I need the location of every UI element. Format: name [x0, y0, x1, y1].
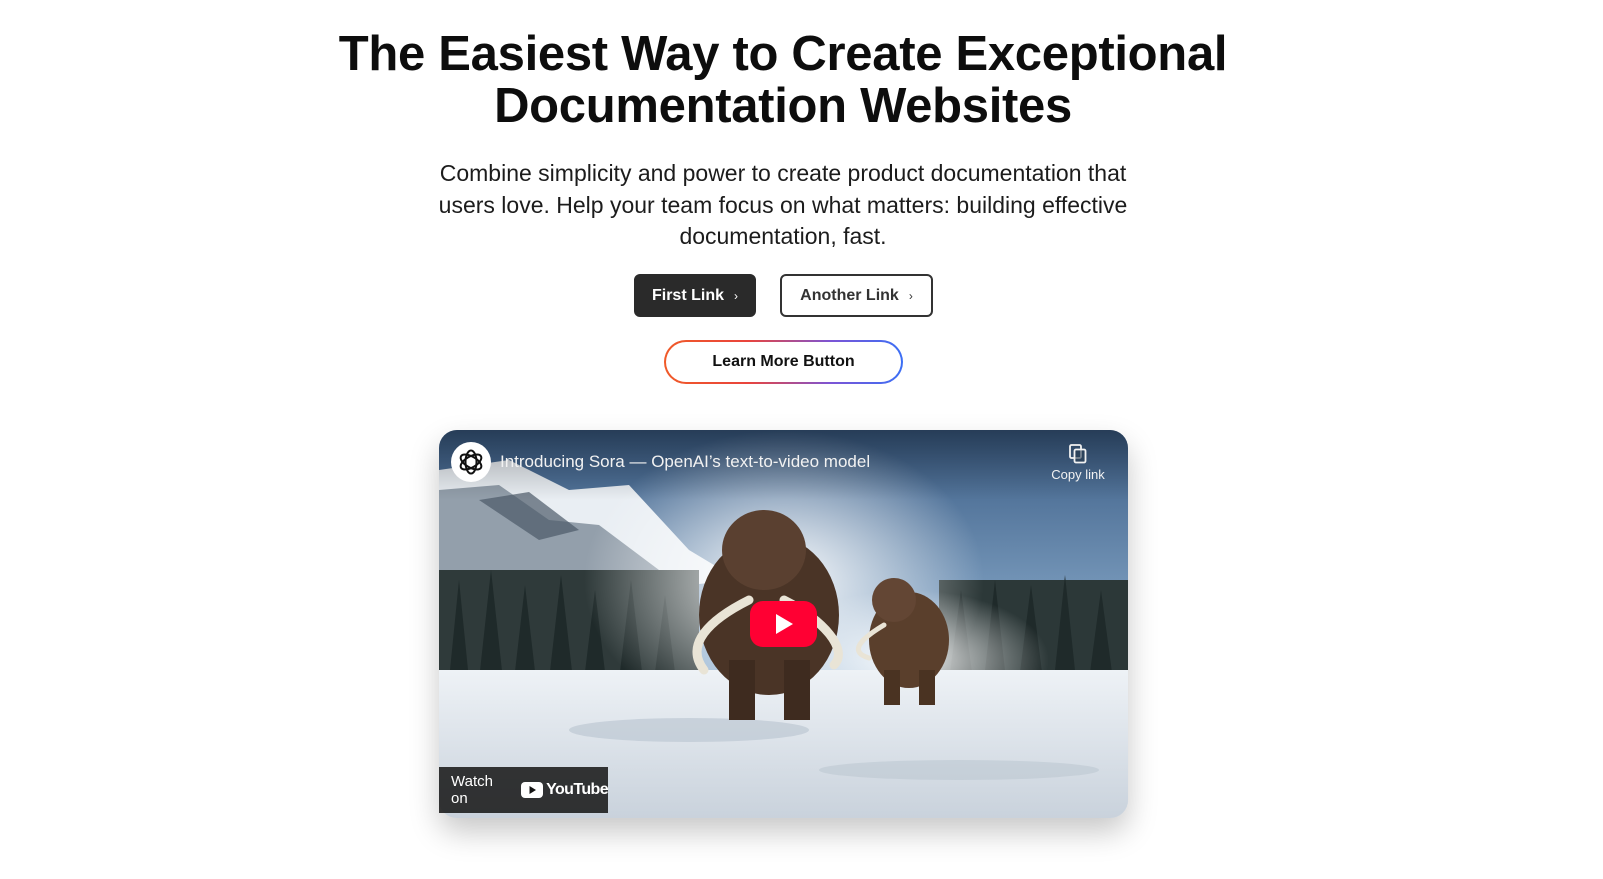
- copy-icon: [1069, 444, 1087, 464]
- hero-subtitle: Combine simplicity and power to create p…: [438, 160, 1128, 249]
- learn-more-label: Learn More Button: [666, 342, 901, 382]
- openai-logo-glyph: [459, 449, 483, 475]
- page-title-line-2: Documentation Websites: [494, 79, 1072, 133]
- landing-page: The Easiest Way to Create Exceptional Do…: [0, 0, 1603, 879]
- play-icon: [775, 614, 793, 634]
- youtube-icon: [521, 782, 544, 798]
- another-link-label: Another Link: [800, 286, 899, 304]
- youtube-wordmark: YouTube: [546, 781, 608, 798]
- watch-on-label: Watch on: [451, 773, 493, 807]
- play-button[interactable]: [750, 601, 817, 647]
- chevron-right-icon: ›: [734, 288, 738, 303]
- copy-link-button[interactable]: Copy link: [1044, 444, 1112, 482]
- first-link-button[interactable]: First Link ›: [634, 274, 756, 317]
- copy-link-label: Copy link: [1051, 467, 1105, 482]
- page-title: The Easiest Way to Create Exceptional Do…: [0, 28, 1566, 132]
- learn-more-button[interactable]: Learn More Button: [664, 340, 903, 384]
- openai-logo-icon[interactable]: [451, 442, 491, 482]
- chevron-right-icon: ›: [908, 288, 913, 303]
- video-title[interactable]: Introducing Sora — OpenAI’s text-to-vide…: [500, 452, 870, 472]
- first-link-label: First Link: [651, 286, 724, 304]
- another-link-button[interactable]: Another Link ›: [780, 274, 933, 317]
- youtube-logo: YouTube: [521, 781, 609, 799]
- watch-on-youtube-button[interactable]: Watch on YouTube: [439, 767, 609, 813]
- page-title-line-1: The Easiest Way to Create Exceptional: [338, 27, 1228, 81]
